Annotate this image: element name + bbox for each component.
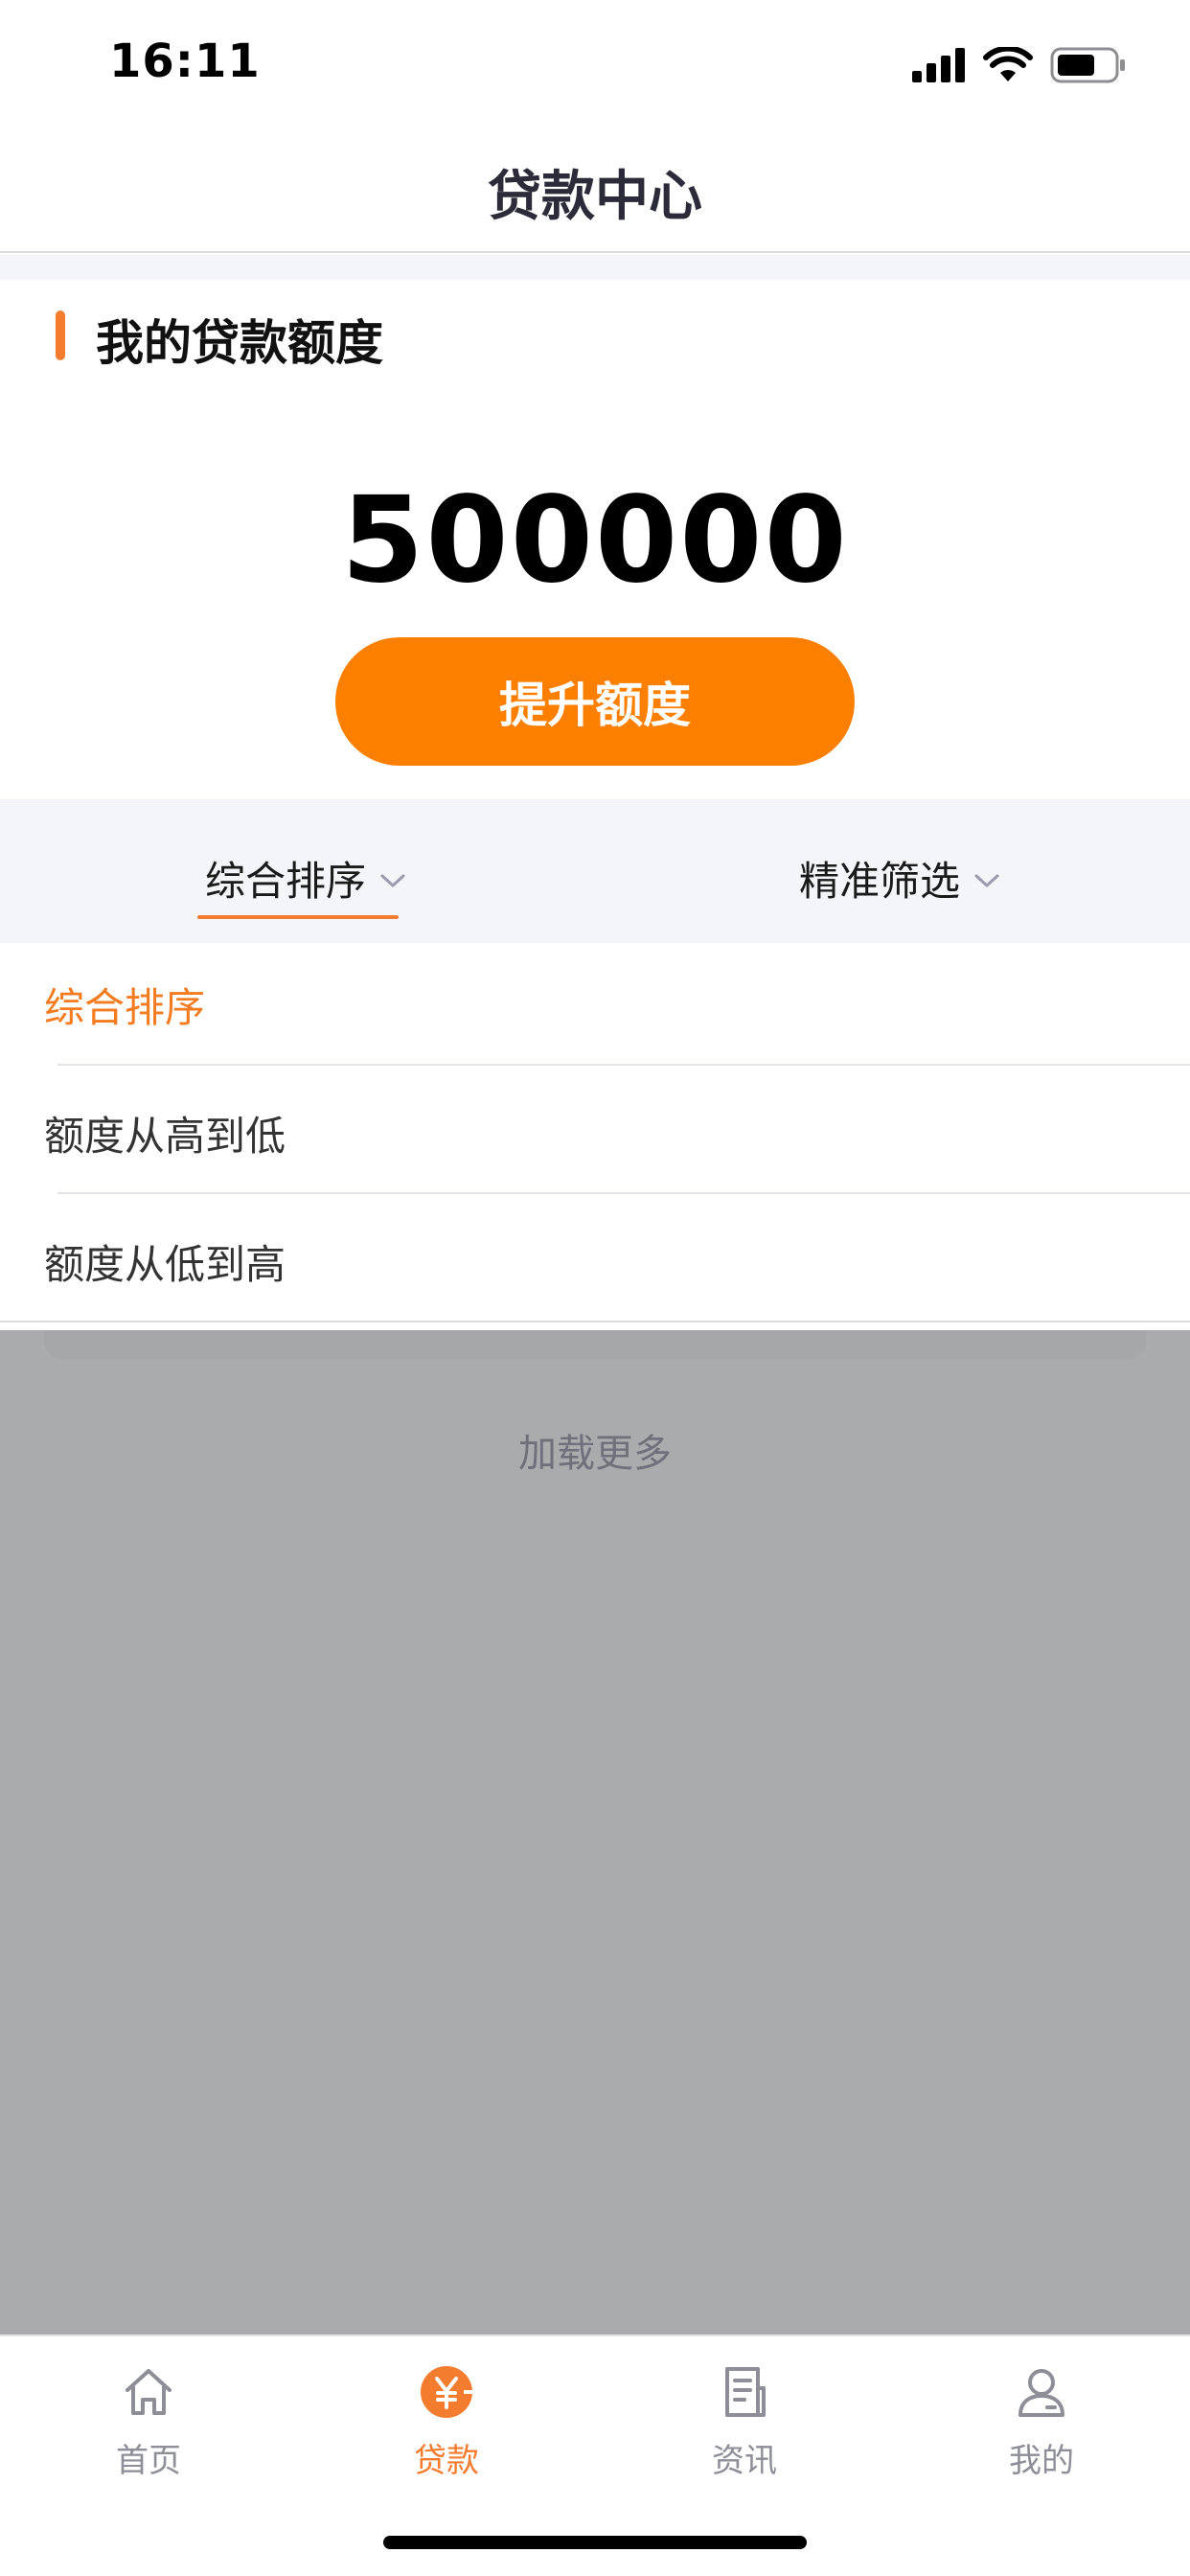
tab-home-label: 首页: [116, 2442, 181, 2480]
section-gap: [0, 255, 1190, 280]
home-indicator[interactable]: [383, 2536, 807, 2549]
profile-icon: [1011, 2361, 1072, 2423]
tab-profile-label: 我的: [1009, 2442, 1074, 2480]
dropdown-overlay[interactable]: 加载更多: [0, 1330, 1190, 2334]
home-icon: [118, 2361, 179, 2423]
sort-dropdown-label: 综合排序: [205, 858, 367, 905]
chevron-down-icon: [974, 874, 999, 886]
sort-option-high-to-low[interactable]: 额度从高到低: [44, 1104, 286, 1162]
news-icon: [714, 2361, 775, 2423]
tab-news[interactable]: 资讯: [649, 2361, 840, 2481]
sort-dropdown[interactable]: 综合排序: [205, 849, 406, 908]
wifi-icon: [983, 47, 1033, 81]
tab-profile[interactable]: 我的: [946, 2361, 1137, 2481]
tab-home[interactable]: 首页: [53, 2361, 244, 2481]
chevron-down-icon: [380, 874, 405, 886]
loan-yen-icon: [416, 2361, 477, 2423]
raise-quota-button[interactable]: 提升额度: [335, 637, 855, 766]
tab-loan[interactable]: 贷款: [351, 2361, 542, 2481]
status-bar: 16:11: [0, 0, 1190, 126]
sort-options-list: 综合排序 额度从高到低 额度从低到高: [0, 943, 1190, 1322]
section-accent-bar: [56, 310, 65, 360]
navigation-bar: 贷款中心: [0, 126, 1190, 253]
battery-icon: [1050, 47, 1125, 83]
quota-amount: 500000: [341, 472, 849, 610]
precise-filter-label: 精准筛选: [799, 858, 961, 905]
cellular-signal-icon: [912, 48, 965, 82]
filter-bar: 综合排序 精准筛选: [0, 799, 1190, 943]
page-title: 贷款中心: [488, 166, 702, 228]
sort-option-comprehensive[interactable]: 综合排序: [44, 976, 205, 1034]
status-icons: [912, 44, 1127, 86]
list-card-edge: [44, 1330, 1146, 1359]
divider: [57, 1064, 1190, 1066]
load-more-text: 加载更多: [518, 1432, 672, 1476]
divider: [57, 1192, 1190, 1194]
loan-quota-section: 我的贷款额度 500000 提升额度: [0, 280, 1190, 799]
sort-option-low-to-high[interactable]: 额度从低到高: [44, 1232, 286, 1291]
sort-active-underline: [197, 915, 399, 919]
status-time: 16:11: [109, 34, 261, 88]
quota-section-title: 我的贷款额度: [96, 315, 383, 371]
precise-filter-dropdown[interactable]: 精准筛选: [799, 849, 1000, 908]
tab-loan-label: 贷款: [414, 2442, 479, 2480]
tab-news-label: 资讯: [712, 2442, 777, 2480]
